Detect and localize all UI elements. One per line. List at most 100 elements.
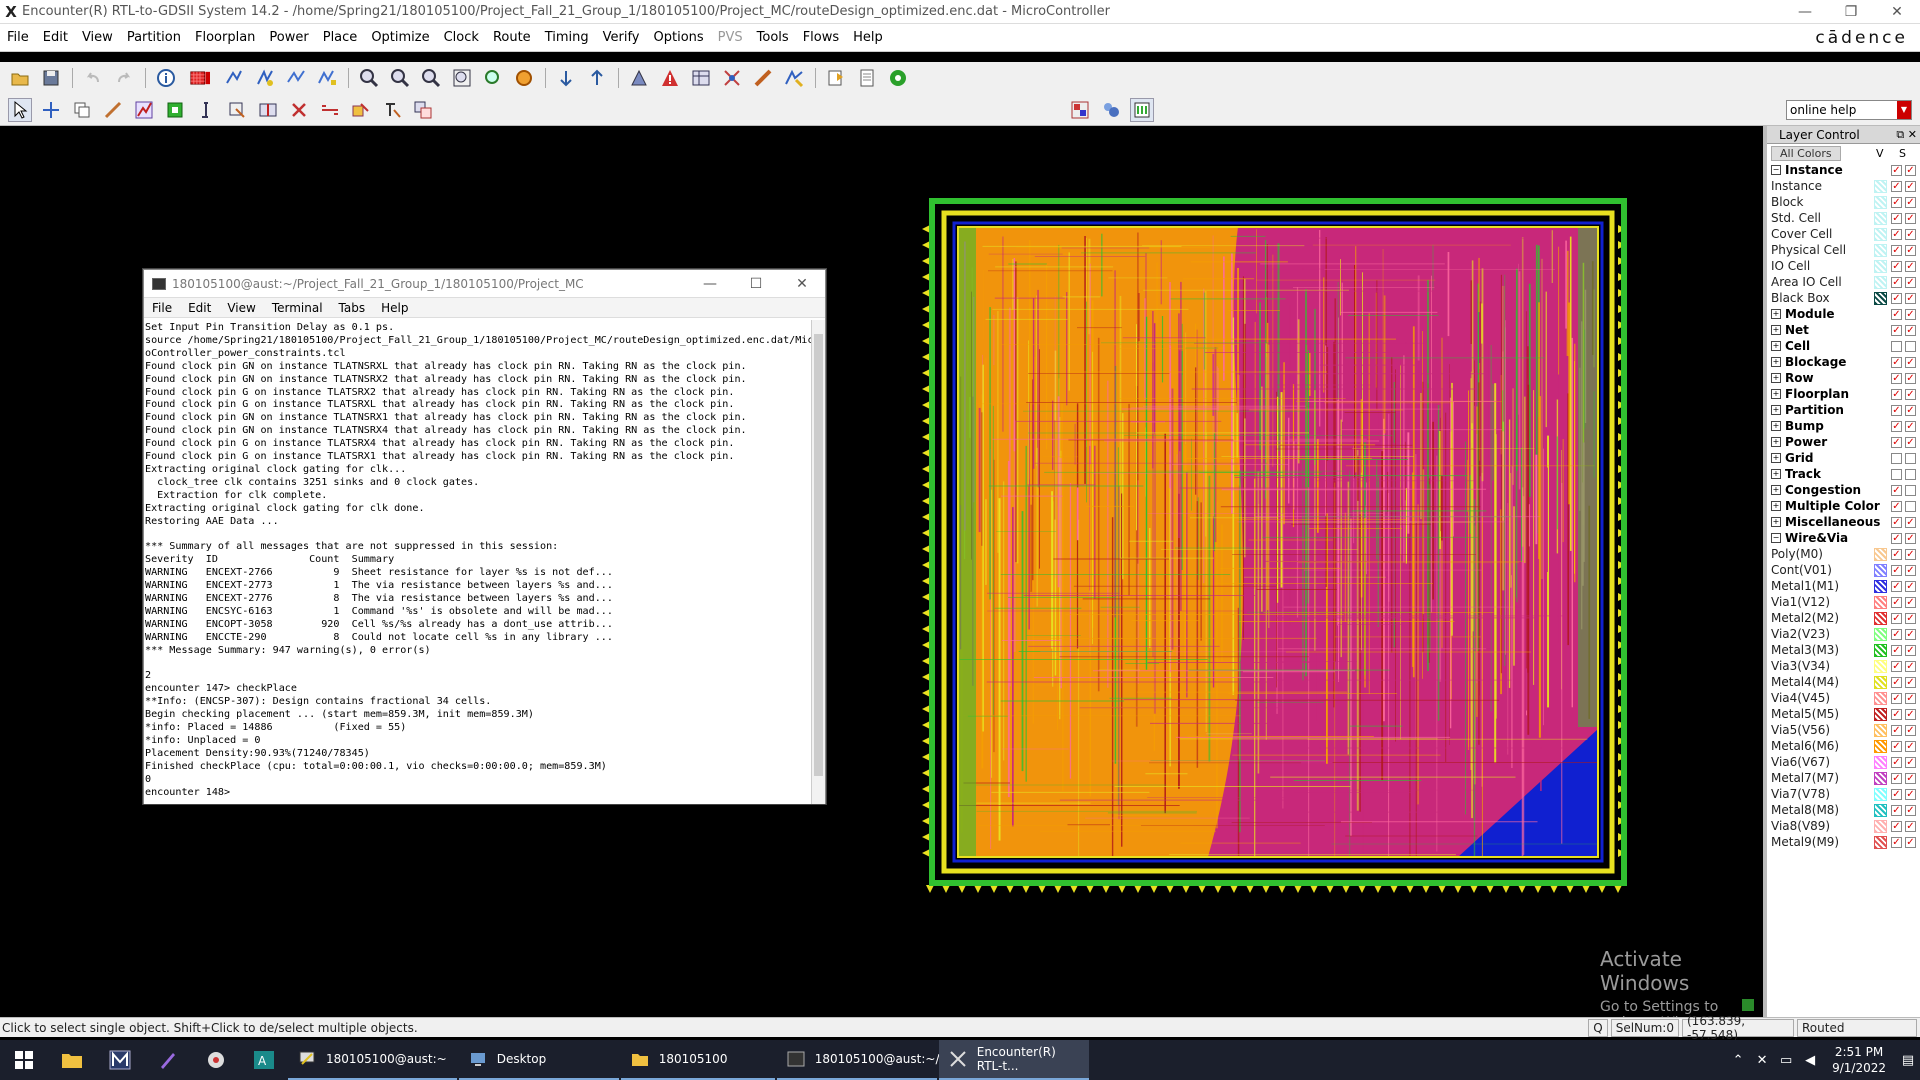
menu-verify[interactable]: Verify [596, 30, 647, 45]
layer-row[interactable]: − Instance ✓ ✓ [1767, 162, 1920, 178]
terminal-scrollbar[interactable] [811, 320, 825, 804]
selectable-checkbox[interactable]: ✓ [1905, 212, 1916, 224]
layer-color-swatch[interactable] [1874, 243, 1887, 257]
visible-checkbox[interactable]: ✓ [1891, 276, 1902, 288]
selectable-checkbox[interactable]: ✓ [1905, 260, 1916, 272]
ruler-icon[interactable] [751, 66, 775, 90]
expand-icon[interactable]: + [1771, 373, 1781, 383]
group-icon[interactable] [411, 98, 435, 122]
visible-checkbox[interactable]: ✓ [1891, 292, 1902, 304]
visible-checkbox[interactable]: ✓ [1891, 660, 1902, 672]
layer-color-swatch[interactable] [1874, 691, 1887, 705]
layer-color-swatch[interactable] [1874, 819, 1887, 833]
selectable-checkbox[interactable]: ✓ [1905, 388, 1916, 400]
visible-checkbox[interactable]: ✓ [1891, 356, 1902, 368]
taskbar-app-encounter[interactable]: Encounter(R) RTL-t... [938, 1040, 1089, 1080]
notifications-icon[interactable]: ▤ [1896, 1053, 1920, 1068]
chevron-up-icon[interactable]: ⌃ [1726, 1053, 1750, 1068]
app-m-icon[interactable] [96, 1040, 144, 1080]
visible-checkbox[interactable]: ✓ [1891, 436, 1902, 448]
layer-row[interactable]: Block ✓ ✓ [1767, 194, 1920, 210]
menu-edit[interactable]: Edit [36, 30, 75, 45]
menu-route[interactable]: Route [486, 30, 538, 45]
layer-row[interactable]: Metal6(M6) ✓ ✓ [1767, 738, 1920, 754]
panel-float-close-icons[interactable]: ⧉ ✕ [1896, 128, 1920, 142]
selectable-checkbox[interactable]: ✓ [1905, 356, 1916, 368]
taskbar-app-folder[interactable]: 180105100 [620, 1040, 775, 1080]
layer-row[interactable]: Metal7(M7) ✓ ✓ [1767, 770, 1920, 786]
terminal-maximize-button[interactable]: ☐ [733, 276, 779, 292]
visible-checkbox[interactable]: ✓ [1891, 404, 1902, 416]
menu-options[interactable]: Options [647, 30, 711, 45]
visible-checkbox[interactable]: ✓ [1891, 612, 1902, 624]
collapse-icon[interactable]: − [1771, 165, 1781, 175]
terminal-scroll-thumb[interactable] [814, 334, 823, 776]
selectable-checkbox[interactable]: ✓ [1905, 644, 1916, 656]
layer-color-swatch[interactable] [1874, 707, 1887, 721]
terminal-window[interactable]: 180105100@aust:~/Project_Fall_21_Group_1… [143, 269, 826, 804]
layer-row[interactable]: + Floorplan ✓ ✓ [1767, 386, 1920, 402]
visible-checkbox[interactable]: ✓ [1891, 628, 1902, 640]
visible-checkbox[interactable]: ✓ [1891, 772, 1902, 784]
selectable-checkbox[interactable]: ✓ [1905, 724, 1916, 736]
pen-app-icon[interactable] [144, 1040, 192, 1080]
visible-checkbox[interactable]: ✓ [1891, 548, 1902, 560]
selectable-checkbox[interactable] [1905, 500, 1916, 512]
selectable-checkbox[interactable]: ✓ [1905, 308, 1916, 320]
layer-row[interactable]: + Grid [1767, 450, 1920, 466]
selectable-checkbox[interactable]: ✓ [1905, 324, 1916, 336]
visible-checkbox[interactable]: ✓ [1891, 676, 1902, 688]
add-via-icon[interactable] [163, 98, 187, 122]
visible-checkbox[interactable]: ✓ [1891, 532, 1902, 544]
visible-checkbox[interactable]: ✓ [1891, 692, 1902, 704]
layer-row[interactable]: + Row ✓ ✓ [1767, 370, 1920, 386]
visible-checkbox[interactable]: ✓ [1891, 724, 1902, 736]
taskbar-clock[interactable]: 2:51 PM 9/1/2022 [1822, 1044, 1896, 1076]
design-browser-icon[interactable] [222, 66, 246, 90]
expand-icon[interactable]: + [1771, 405, 1781, 415]
text-insert-icon[interactable] [380, 98, 404, 122]
selectable-checkbox[interactable]: ✓ [1905, 244, 1916, 256]
visible-checkbox[interactable]: ✓ [1891, 500, 1902, 512]
highlight-net-icon[interactable] [315, 66, 339, 90]
layer-row[interactable]: Cont(V01) ✓ ✓ [1767, 562, 1920, 578]
selectable-checkbox[interactable]: ✓ [1905, 804, 1916, 816]
layer-color-swatch[interactable] [1874, 723, 1887, 737]
menu-optimize[interactable]: Optimize [364, 30, 436, 45]
selectable-checkbox[interactable] [1905, 484, 1916, 496]
move-icon[interactable] [39, 98, 63, 122]
close-button[interactable]: ✕ [1874, 4, 1920, 20]
network-icon[interactable]: ✕ [1750, 1053, 1774, 1068]
merge-icon[interactable] [318, 98, 342, 122]
select-pointer-icon[interactable] [8, 97, 32, 122]
attribute-editor-icon[interactable] [253, 66, 277, 90]
visible-checkbox[interactable]: ✓ [1891, 212, 1902, 224]
selectable-checkbox[interactable]: ✓ [1905, 564, 1916, 576]
visible-checkbox[interactable]: ✓ [1891, 564, 1902, 576]
selectable-checkbox[interactable]: ✓ [1905, 548, 1916, 560]
visible-checkbox[interactable]: ✓ [1891, 740, 1902, 752]
layer-color-swatch[interactable] [1874, 659, 1887, 673]
layer-color-swatch[interactable] [1874, 803, 1887, 817]
selectable-checkbox[interactable]: ✓ [1905, 612, 1916, 624]
visible-checkbox[interactable]: ✓ [1891, 516, 1902, 528]
menu-partition[interactable]: Partition [120, 30, 188, 45]
selectable-checkbox[interactable]: ✓ [1905, 676, 1916, 688]
all-colors-button[interactable]: All Colors [1771, 145, 1841, 161]
visible-checkbox[interactable]: ✓ [1891, 596, 1902, 608]
terminal-title-bar[interactable]: 180105100@aust:~/Project_Fall_21_Group_1… [144, 270, 825, 298]
zoom-out-icon[interactable] [388, 66, 412, 90]
visible-checkbox[interactable]: ✓ [1891, 756, 1902, 768]
visible-checkbox[interactable]: ✓ [1891, 260, 1902, 272]
terminal-output-area[interactable]: Set Input Pin Transition Delay as 0.1 ps… [144, 320, 812, 804]
expand-icon[interactable]: + [1771, 453, 1781, 463]
layer-row[interactable]: Via7(V78) ✓ ✓ [1767, 786, 1920, 802]
windows-start-icon[interactable] [0, 1040, 48, 1080]
panel-toggle-2-icon[interactable] [1099, 98, 1123, 122]
visible-checkbox[interactable]: ✓ [1891, 820, 1902, 832]
layer-color-swatch[interactable] [1874, 787, 1887, 801]
minimize-button[interactable]: — [1782, 4, 1828, 20]
selectable-checkbox[interactable]: ✓ [1905, 196, 1916, 208]
layer-row[interactable]: Metal2(M2) ✓ ✓ [1767, 610, 1920, 626]
open-folder-icon[interactable] [8, 66, 32, 90]
